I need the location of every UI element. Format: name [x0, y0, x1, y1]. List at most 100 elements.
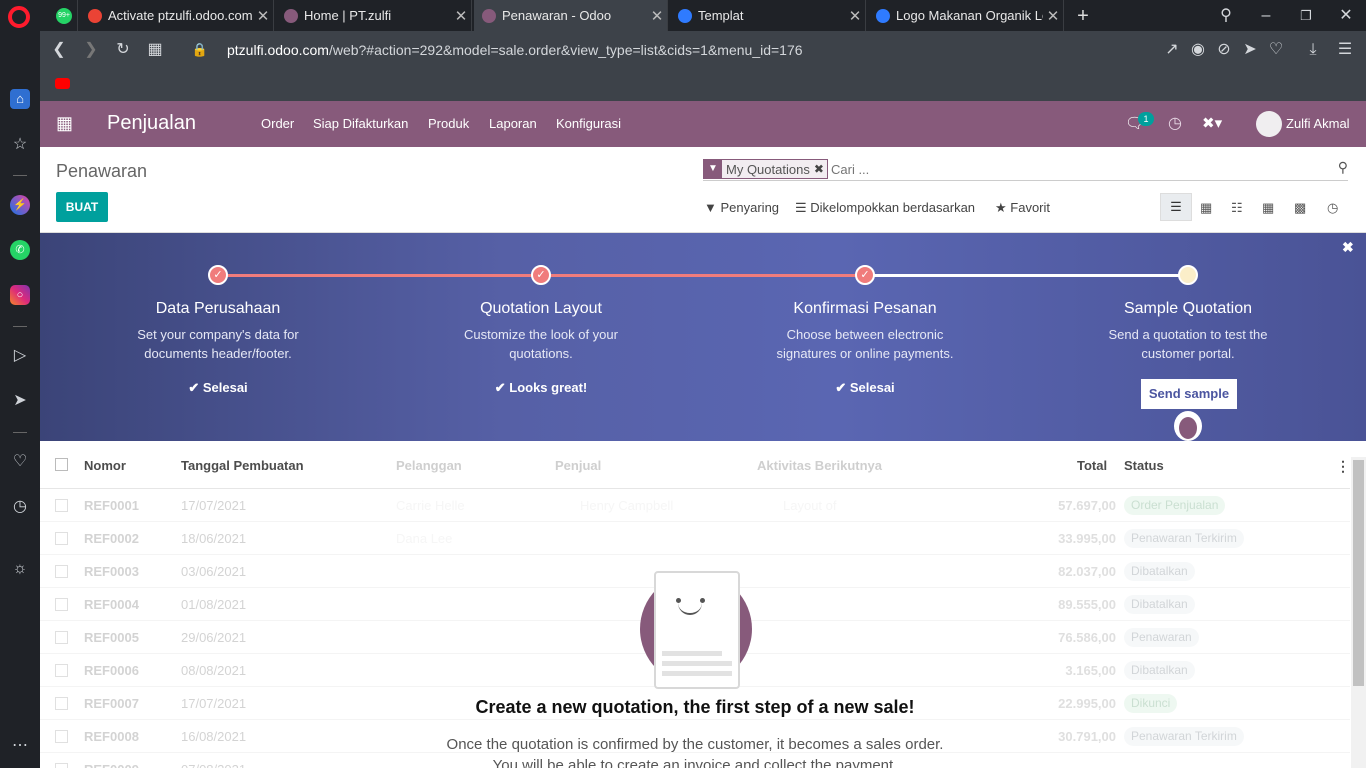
- app-name[interactable]: Penjualan: [107, 112, 196, 135]
- step-dot: [1178, 265, 1198, 285]
- header-activity[interactable]: Aktivitas Berikutnya: [757, 458, 882, 473]
- app-switcher-icon[interactable]: ▦: [56, 114, 74, 132]
- camera-icon[interactable]: ◉: [1188, 40, 1208, 60]
- menu-laporan[interactable]: Laporan: [489, 116, 537, 131]
- search-facet[interactable]: ▼ My Quotations ✖: [703, 159, 828, 179]
- whatsapp-icon: 99+: [56, 7, 72, 24]
- step-description: Choose between electronic signatures or …: [776, 327, 954, 361]
- menu-konfigurasi[interactable]: Konfigurasi: [556, 116, 621, 131]
- header-number[interactable]: Nomor: [84, 458, 126, 473]
- browser-tab[interactable]: Activate ptzulfi.odoo.com - ✕: [80, 0, 274, 31]
- player-icon[interactable]: ▷: [10, 346, 30, 366]
- search-input[interactable]: [831, 160, 1311, 178]
- back-button[interactable]: ❮: [49, 40, 69, 60]
- calendar-view-icon[interactable]: ☷: [1231, 200, 1243, 216]
- menu-icon[interactable]: ☰: [1335, 40, 1355, 60]
- minimize-button[interactable]: –: [1256, 6, 1276, 26]
- opera-logo-icon[interactable]: [8, 6, 30, 28]
- tab-title: Activate ptzulfi.odoo.com -: [108, 8, 253, 23]
- tab-search-icon[interactable]: ⚲: [1216, 6, 1236, 26]
- share-icon[interactable]: ↗: [1162, 40, 1182, 60]
- user-name[interactable]: Zulfi Akmal: [1286, 116, 1350, 131]
- forward-button[interactable]: ❯: [81, 40, 101, 60]
- menu-produk[interactable]: Produk: [428, 116, 469, 131]
- messenger-icon[interactable]: ⚡: [10, 195, 30, 215]
- filter-icon: ▼: [704, 159, 722, 179]
- tab-close-icon[interactable]: ✕: [451, 7, 471, 25]
- step-title[interactable]: Quotation Layout: [411, 300, 671, 318]
- close-banner-icon[interactable]: ✖: [1342, 239, 1354, 256]
- tabs-grid-icon[interactable]: ▦: [145, 40, 165, 60]
- header-total[interactable]: Total: [1077, 458, 1107, 473]
- check-icon: ✔: [835, 380, 850, 395]
- tab-close-icon[interactable]: ✕: [1043, 7, 1063, 25]
- select-all-checkbox[interactable]: [55, 458, 68, 471]
- debug-tools-icon[interactable]: ✖▾: [1202, 114, 1222, 132]
- pinboard-icon[interactable]: ☆: [10, 135, 30, 155]
- tab-title: Logo Makanan Organik Le: [896, 8, 1043, 23]
- tab-close-icon[interactable]: ✕: [845, 7, 865, 25]
- progress-line-remaining: [865, 274, 1188, 277]
- more-icon[interactable]: ⋯: [10, 736, 30, 756]
- filter-dropdown[interactable]: ▼ Penyaring: [704, 200, 779, 215]
- step-status: ✔ Selesai: [835, 380, 895, 395]
- optional-columns-icon[interactable]: ⋮: [1336, 458, 1350, 475]
- menu-order[interactable]: Order: [261, 116, 294, 131]
- step-description: Set your company's data for documents he…: [137, 327, 299, 361]
- step-title[interactable]: Data Perusahaan: [88, 300, 348, 318]
- graph-view-icon[interactable]: ▩: [1294, 200, 1306, 216]
- facet-remove-icon[interactable]: ✖: [814, 162, 827, 176]
- filter-funnel-icon: ▼: [704, 200, 721, 215]
- browser-tab[interactable]: Penawaran - Odoo ✕: [474, 0, 668, 31]
- scrollbar-thumb[interactable]: [1353, 460, 1364, 686]
- send-page-icon[interactable]: ➤: [1240, 40, 1260, 60]
- bookmark-heart-icon[interactable]: ♡: [1266, 40, 1286, 60]
- block-icon[interactable]: ⊘: [1214, 40, 1234, 60]
- header-salesperson[interactable]: Penjual: [555, 458, 601, 473]
- new-tab-button[interactable]: +: [1073, 6, 1093, 26]
- send-icon[interactable]: ➤: [10, 391, 30, 411]
- step-dot: ✓: [208, 265, 228, 285]
- pivot-view-icon[interactable]: ▦: [1262, 200, 1274, 216]
- youtube-icon[interactable]: [55, 78, 70, 89]
- avatar[interactable]: [1256, 111, 1282, 137]
- tab-title: Templat: [698, 8, 744, 23]
- breadcrumb: Penawaran: [56, 161, 148, 181]
- browser-tab[interactable]: Home | PT.zulfi ✕: [276, 0, 472, 31]
- tab-favicon-icon: [678, 8, 692, 23]
- activity-view-icon[interactable]: ◷: [1327, 200, 1338, 216]
- odoo-navbar: ▦ Penjualan Order Siap Difakturkan Produ…: [40, 101, 1366, 147]
- scrollbar[interactable]: [1351, 457, 1366, 768]
- maximize-button[interactable]: ❐: [1296, 6, 1316, 26]
- favorite-dropdown[interactable]: ★ Favorit: [995, 200, 1050, 216]
- tab-close-icon[interactable]: ✕: [253, 7, 273, 25]
- lightbulb-icon[interactable]: ☼: [10, 559, 30, 579]
- instagram-icon[interactable]: ○: [10, 285, 30, 305]
- download-icon[interactable]: ⤓: [1303, 40, 1323, 60]
- url-field[interactable]: ptzulfi.odoo.com/web?#action=292&model=s…: [227, 42, 803, 58]
- activity-clock-icon[interactable]: ◷: [1168, 113, 1182, 133]
- home-icon[interactable]: ⌂: [10, 89, 30, 109]
- check-icon: ✔: [188, 380, 203, 395]
- whatsapp-sidebar-icon[interactable]: ✆: [10, 240, 30, 260]
- close-window-button[interactable]: ✕: [1336, 6, 1356, 26]
- heart-icon[interactable]: ♡: [10, 452, 30, 472]
- step-title[interactable]: Sample Quotation: [1058, 300, 1318, 318]
- list-view-button[interactable]: ☰: [1160, 193, 1192, 221]
- create-button[interactable]: BUAT: [56, 192, 108, 222]
- header-customer[interactable]: Pelanggan: [396, 458, 462, 473]
- reload-button[interactable]: ↻: [113, 40, 133, 60]
- step-title[interactable]: Konfirmasi Pesanan: [735, 300, 995, 318]
- header-date[interactable]: Tanggal Pembuatan: [181, 458, 304, 473]
- kanban-view-icon[interactable]: ▦: [1200, 200, 1212, 216]
- history-icon[interactable]: ◷: [10, 497, 30, 517]
- tab-close-icon[interactable]: ✕: [647, 7, 667, 25]
- tab-whatsapp[interactable]: 99+: [48, 0, 78, 31]
- header-status[interactable]: Status: [1124, 458, 1164, 473]
- menu-siap-difakturkan[interactable]: Siap Difakturkan: [313, 116, 408, 131]
- search-icon[interactable]: ⚲: [1338, 159, 1348, 176]
- browser-tab[interactable]: Templat ✕: [670, 0, 866, 31]
- browser-tab[interactable]: Logo Makanan Organik Le ✕: [868, 0, 1064, 31]
- group-by-dropdown[interactable]: ☰ Dikelompokkan berdasarkan: [795, 200, 975, 216]
- send-sample-button[interactable]: Send sample: [1141, 379, 1237, 409]
